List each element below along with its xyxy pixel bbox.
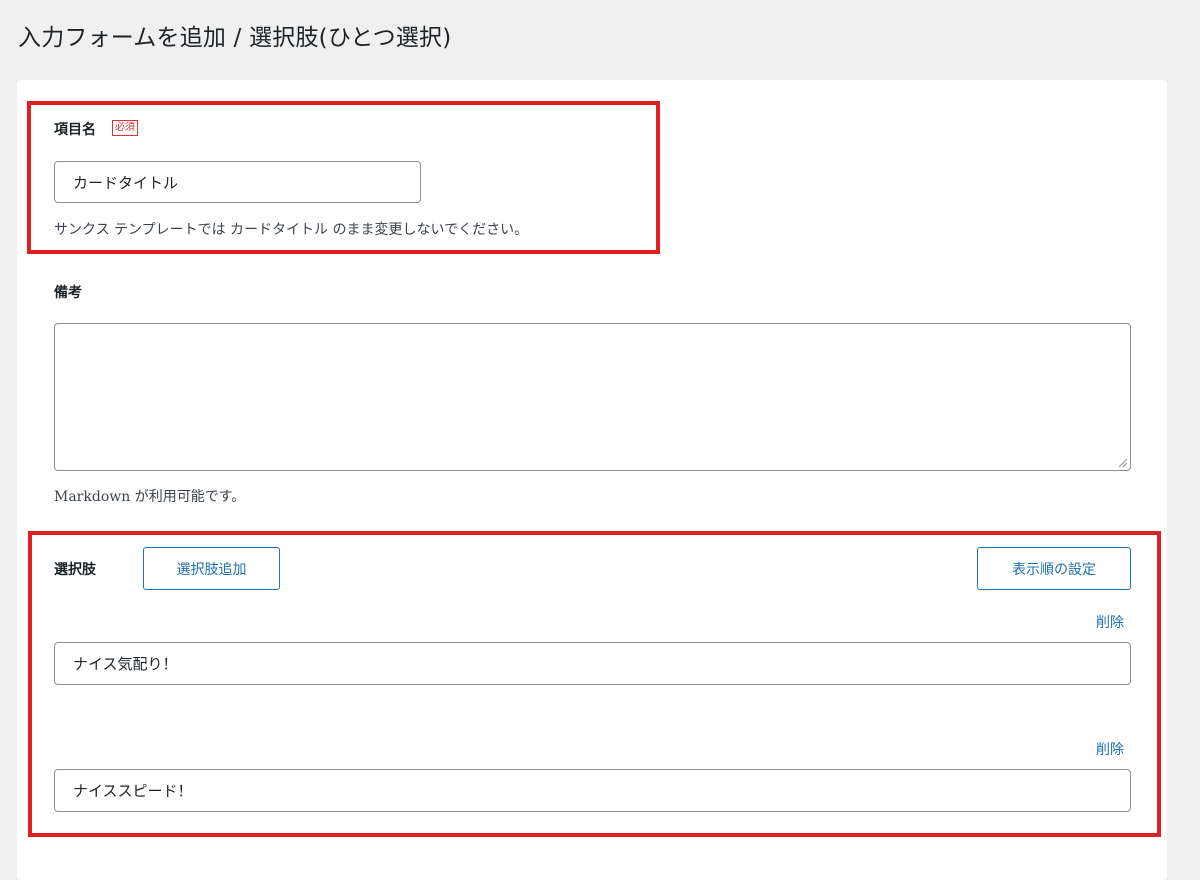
delete-choice-1-link[interactable]: 削除 <box>1096 612 1124 632</box>
page-title: 入力フォームを追加 / 選択肢(ひとつ選択) <box>18 25 452 51</box>
notes-label: 備考 <box>54 285 82 301</box>
notes-textarea[interactable] <box>54 323 1131 471</box>
choice-2-input[interactable] <box>54 769 1131 812</box>
resize-handle-icon[interactable] <box>1118 458 1128 468</box>
item-name-input[interactable] <box>54 161 421 203</box>
display-order-button[interactable]: 表示順の設定 <box>977 547 1131 590</box>
choices-label: 選択肢 <box>54 562 96 578</box>
required-badge: 必須 <box>112 120 138 136</box>
choice-1-input[interactable] <box>54 642 1131 685</box>
item-name-help: サンクス テンプレートでは カードタイトル のまま変更しないでください。 <box>54 222 529 238</box>
add-choice-button[interactable]: 選択肢追加 <box>143 547 280 590</box>
notes-help: Markdown が利用可能です。 <box>54 489 246 505</box>
item-name-label: 項目名 <box>54 122 96 138</box>
delete-choice-2-link[interactable]: 削除 <box>1096 739 1124 759</box>
